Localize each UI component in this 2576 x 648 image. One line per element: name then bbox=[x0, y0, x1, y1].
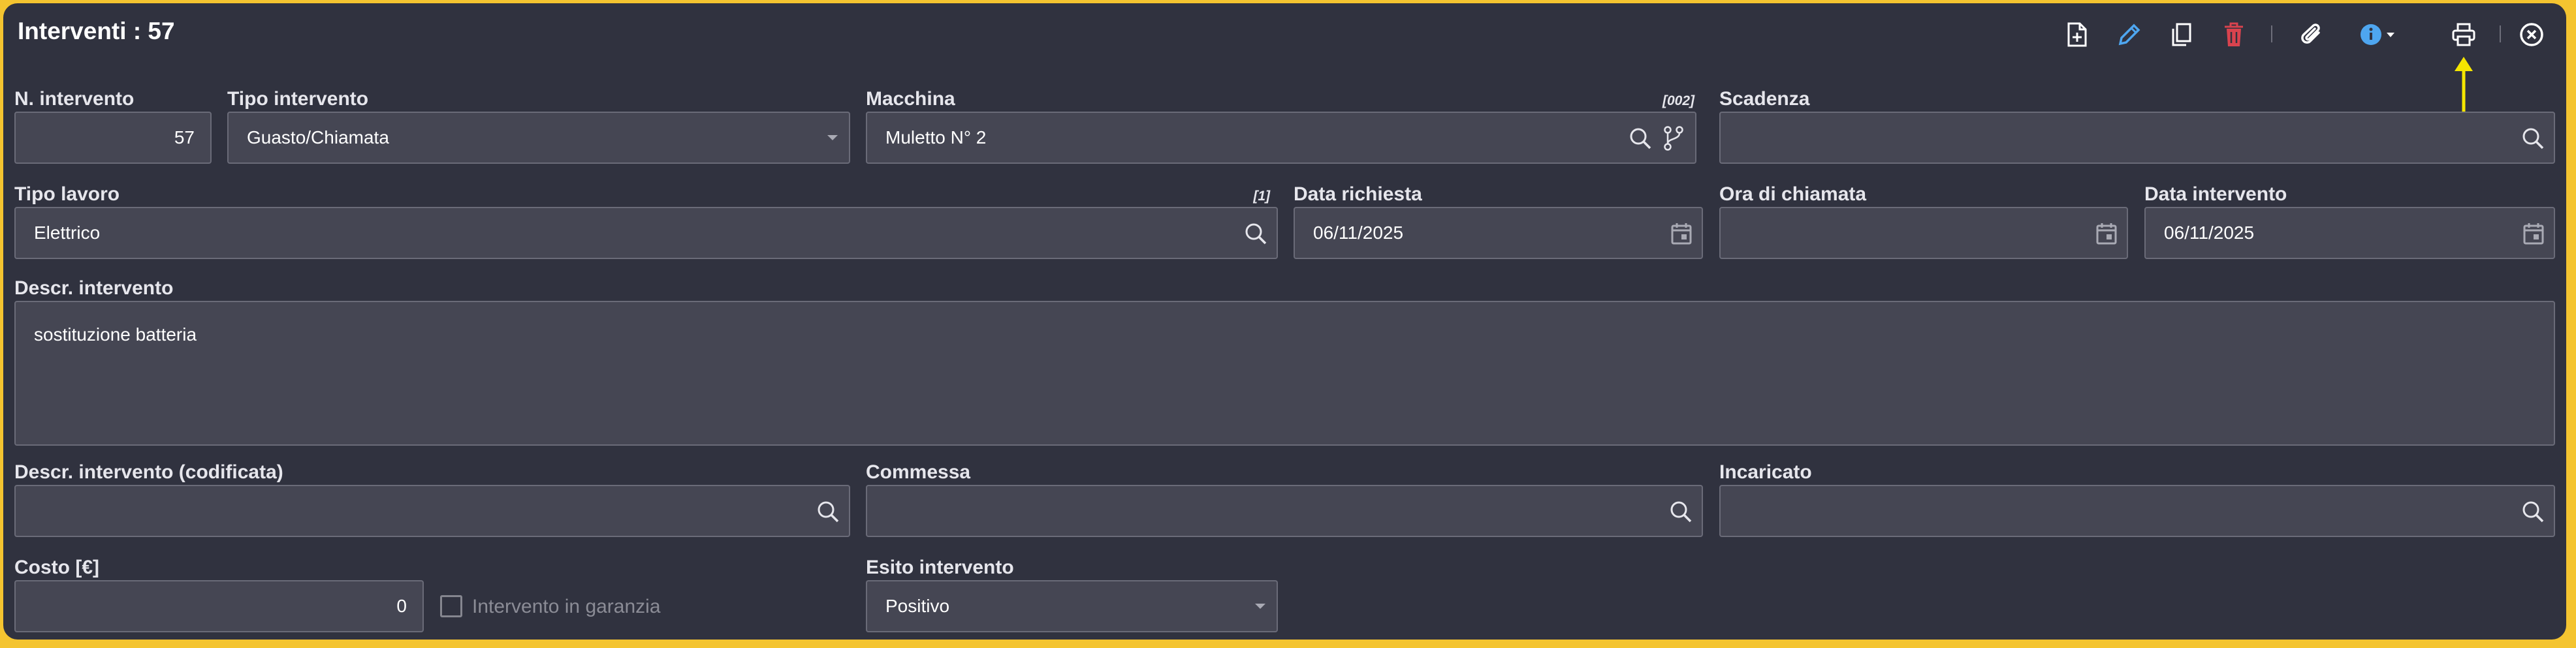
macchina-label: Macchina bbox=[866, 88, 955, 110]
search-icon[interactable] bbox=[2520, 125, 2546, 151]
dropdown-caret-icon bbox=[825, 131, 840, 144]
calendar-icon[interactable] bbox=[2094, 221, 2119, 246]
print-icon bbox=[2452, 23, 2475, 46]
descr-intervento-label: Descr. intervento bbox=[14, 277, 174, 299]
macchina-field[interactable]: Muletto N° 2 bbox=[866, 112, 1696, 164]
search-icon[interactable] bbox=[2520, 499, 2546, 525]
n-intervento-field[interactable]: 57 bbox=[14, 112, 212, 164]
search-icon[interactable] bbox=[1243, 221, 1269, 247]
dropdown-caret-icon bbox=[1253, 600, 1267, 613]
tipo-intervento-value: Guasto/Chiamata bbox=[247, 127, 389, 147]
data-intervento-label: Data intervento bbox=[2144, 183, 2287, 205]
branch-icon[interactable] bbox=[1661, 125, 1686, 152]
new-document-icon bbox=[2067, 22, 2087, 47]
scadenza-label: Scadenza bbox=[1719, 88, 1810, 110]
tipo-lavoro-code: [1] bbox=[1253, 189, 1270, 204]
copy-icon bbox=[2172, 23, 2191, 46]
descr-codificata-field[interactable] bbox=[14, 485, 850, 537]
interventi-window: Interventi : 57 N. intervento 57 Tipo in… bbox=[3, 3, 2566, 640]
ora-chiamata-field[interactable] bbox=[1719, 207, 2128, 259]
tipo-lavoro-value: Elettrico bbox=[34, 223, 101, 243]
garanzia-checkbox[interactable] bbox=[440, 595, 462, 617]
descr-codificata-label: Descr. intervento (codificata) bbox=[14, 461, 283, 483]
costo-field[interactable]: 0 bbox=[14, 580, 424, 632]
search-icon[interactable] bbox=[1627, 125, 1653, 151]
data-richiesta-value: 06/11/2025 bbox=[1313, 223, 1404, 243]
esito-select[interactable]: Positivo bbox=[866, 580, 1278, 632]
copy-button[interactable] bbox=[2167, 20, 2196, 49]
toolbar-separator bbox=[2500, 25, 2501, 42]
tipo-intervento-select[interactable]: Guasto/Chiamata bbox=[227, 112, 850, 164]
descr-intervento-value: sostituzione batteria bbox=[34, 324, 197, 345]
tipo-intervento-label: Tipo intervento bbox=[227, 88, 369, 110]
descr-intervento-textarea[interactable]: sostituzione batteria bbox=[14, 301, 2555, 446]
ora-chiamata-label: Ora di chiamata bbox=[1719, 183, 1867, 205]
attachment-paperclip-icon bbox=[2301, 23, 2320, 44]
window-title: Interventi : 57 bbox=[18, 18, 175, 44]
calendar-icon[interactable] bbox=[1669, 221, 1694, 246]
incaricato-field[interactable] bbox=[1719, 485, 2555, 537]
attachment-button[interactable] bbox=[2298, 20, 2327, 49]
data-richiesta-label: Data richiesta bbox=[1294, 183, 1422, 205]
print-button[interactable] bbox=[2449, 20, 2478, 49]
edit-pencil-icon bbox=[2118, 23, 2140, 46]
delete-button[interactable] bbox=[2219, 20, 2248, 49]
search-icon[interactable] bbox=[1668, 499, 1694, 525]
info-icon bbox=[2361, 24, 2394, 45]
new-document-button[interactable] bbox=[2063, 20, 2091, 49]
n-intervento-label: N. intervento bbox=[14, 88, 135, 110]
commessa-label: Commessa bbox=[866, 461, 971, 483]
incaricato-label: Incaricato bbox=[1719, 461, 1812, 483]
close-button[interactable] bbox=[2517, 20, 2546, 49]
data-intervento-field[interactable]: 06/11/2025 bbox=[2144, 207, 2555, 259]
data-richiesta-field[interactable]: 06/11/2025 bbox=[1294, 207, 1703, 259]
edit-button[interactable] bbox=[2115, 20, 2144, 49]
info-menu-button[interactable] bbox=[2359, 20, 2401, 49]
esito-value: Positivo bbox=[885, 596, 950, 616]
close-circle-icon bbox=[2520, 23, 2543, 46]
macchina-code: [002] bbox=[1662, 93, 1694, 108]
scadenza-field[interactable] bbox=[1719, 112, 2555, 164]
tipo-lavoro-label: Tipo lavoro bbox=[14, 183, 120, 205]
costo-value: 0 bbox=[396, 596, 407, 616]
esito-label: Esito intervento bbox=[866, 557, 1014, 578]
delete-trash-icon bbox=[2225, 22, 2243, 46]
data-intervento-value: 06/11/2025 bbox=[2164, 223, 2255, 243]
n-intervento-value: 57 bbox=[174, 127, 195, 147]
tipo-lavoro-field[interactable]: Elettrico bbox=[14, 207, 1278, 259]
commessa-field[interactable] bbox=[866, 485, 1703, 537]
costo-label: Costo [€] bbox=[14, 557, 99, 578]
toolbar-separator bbox=[2271, 25, 2272, 42]
search-icon[interactable] bbox=[815, 499, 841, 525]
garanzia-label: Intervento in garanzia bbox=[472, 596, 661, 617]
calendar-icon[interactable] bbox=[2521, 221, 2546, 246]
macchina-value: Muletto N° 2 bbox=[885, 127, 987, 147]
